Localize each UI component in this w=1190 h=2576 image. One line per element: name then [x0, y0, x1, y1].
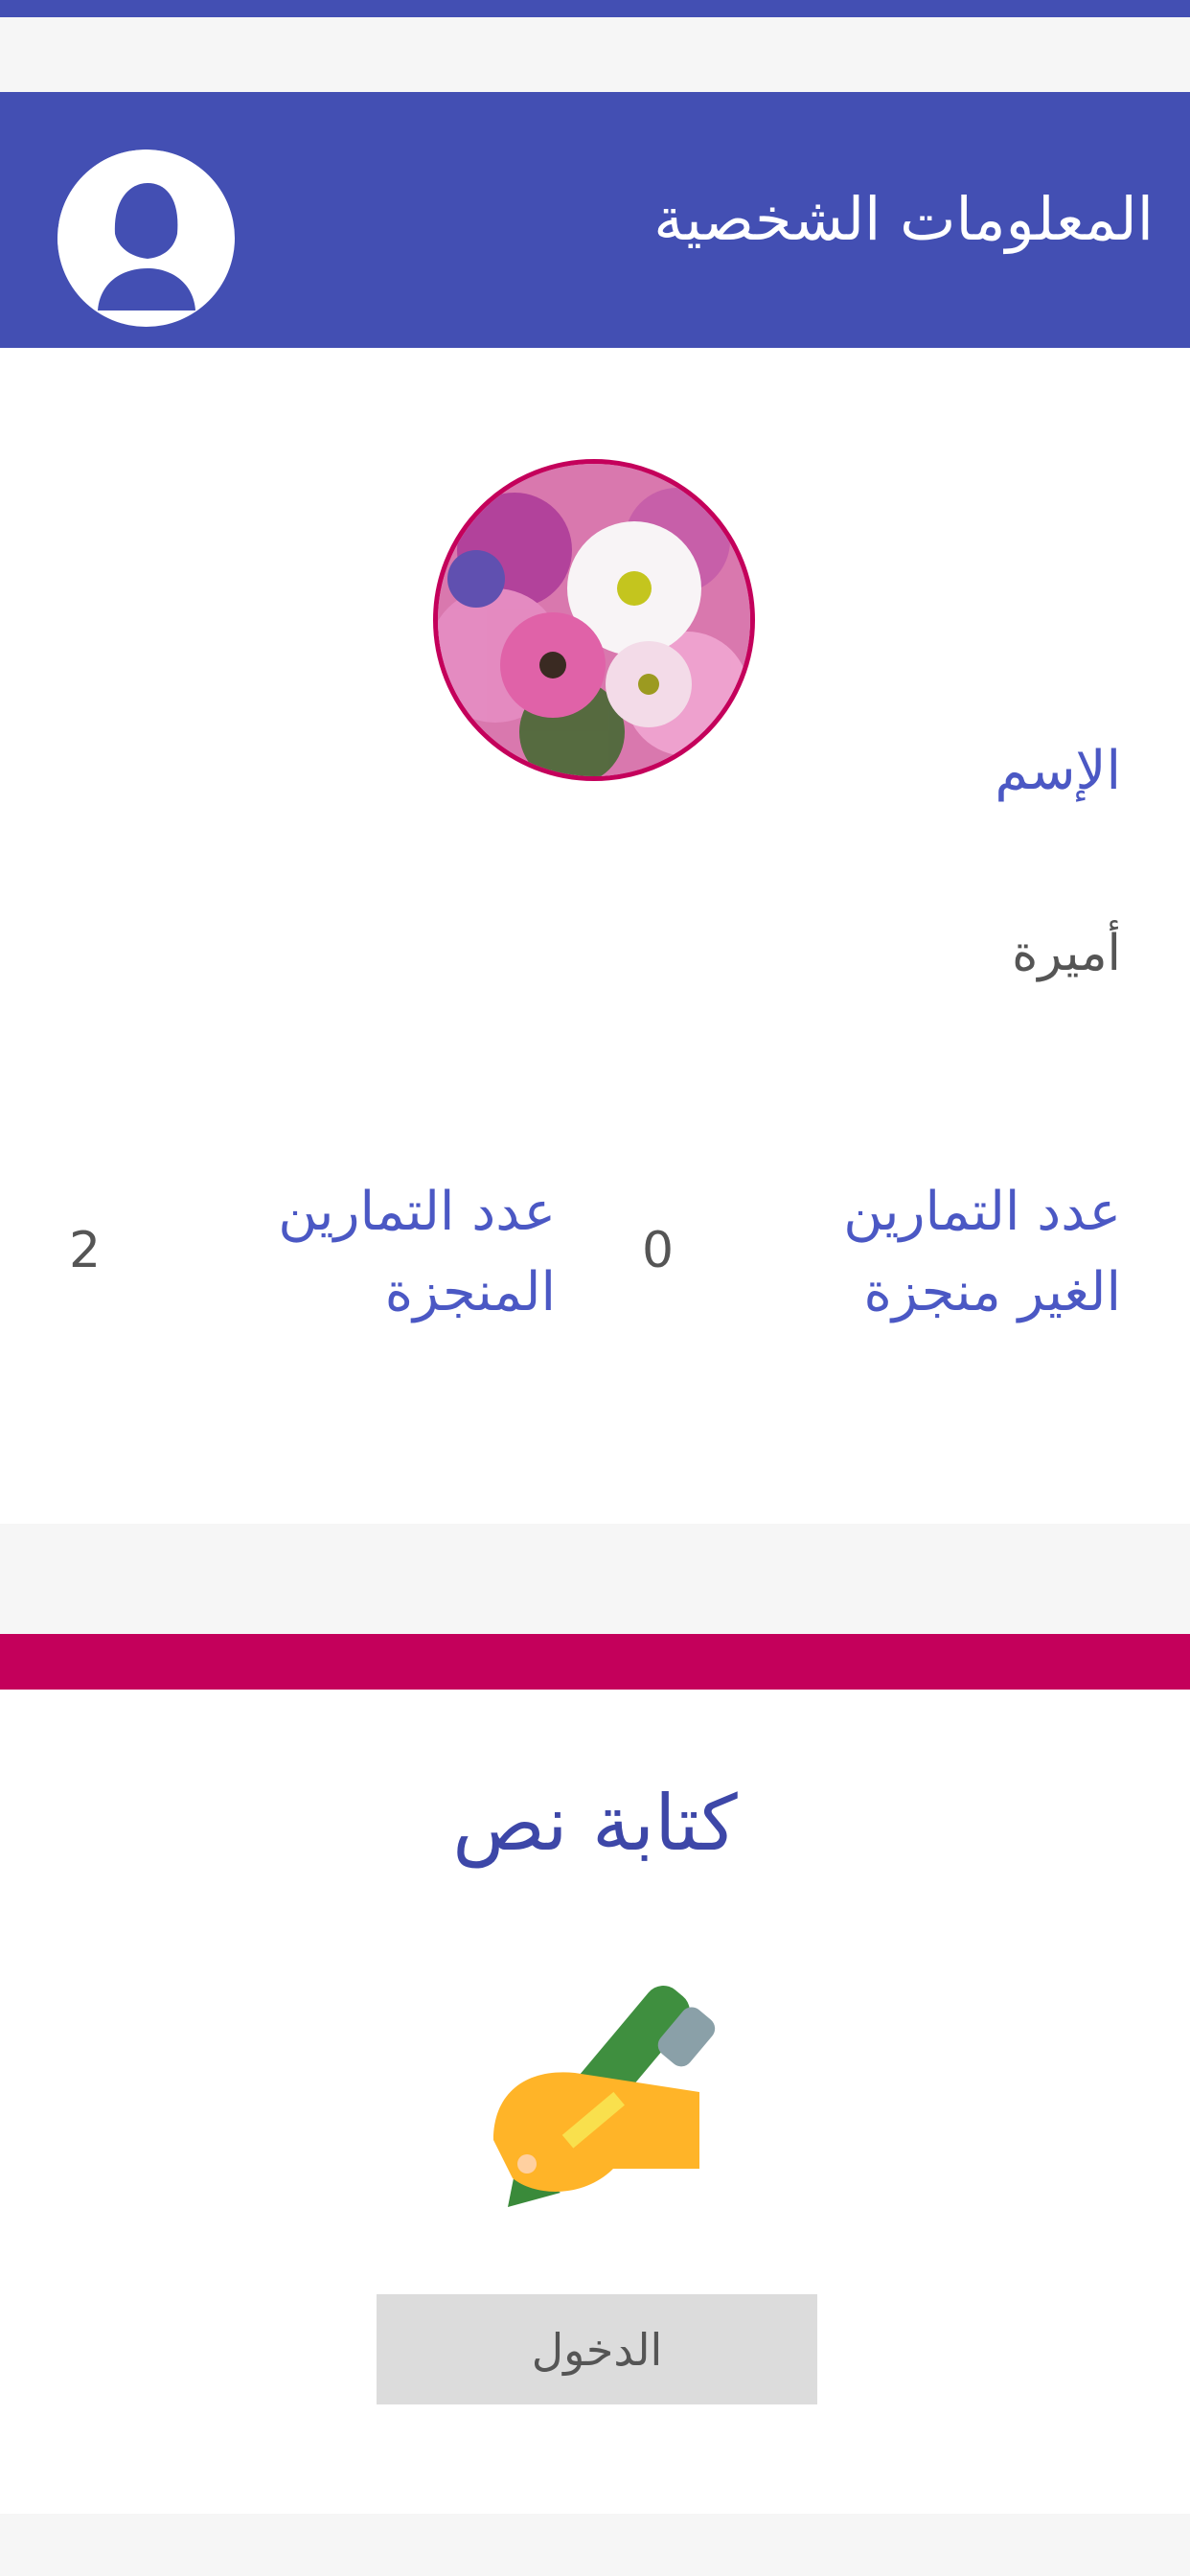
completed-exercises-label: عدد التمارين المنجزة	[278, 1181, 556, 1323]
writing-hand-icon	[469, 1967, 728, 2245]
app-header: المعلومات الشخصية	[0, 92, 1190, 348]
completed-exercises-count: 2	[69, 1222, 102, 1279]
user-avatar-icon[interactable]	[57, 150, 235, 327]
name-value: أميرة	[1012, 925, 1121, 982]
pending-exercises-count: 0	[642, 1222, 675, 1279]
section-divider	[0, 1634, 1190, 1690]
profile-card: الإسم أميرة عدد التمارين الغير منجزة 0 ع…	[0, 348, 1190, 1524]
profile-photo[interactable]	[433, 459, 755, 781]
page-title: المعلومات الشخصية	[653, 184, 1154, 254]
pending-exercises-label: عدد التمارين الغير منجزة	[843, 1181, 1121, 1323]
enter-button[interactable]: الدخول	[377, 2294, 817, 2404]
exercise-card: كتابة نص الدخول	[0, 1690, 1190, 2514]
name-label: الإسم	[995, 740, 1121, 802]
exercise-title: كتابة نص	[452, 1779, 738, 1868]
status-strip	[0, 0, 1190, 17]
